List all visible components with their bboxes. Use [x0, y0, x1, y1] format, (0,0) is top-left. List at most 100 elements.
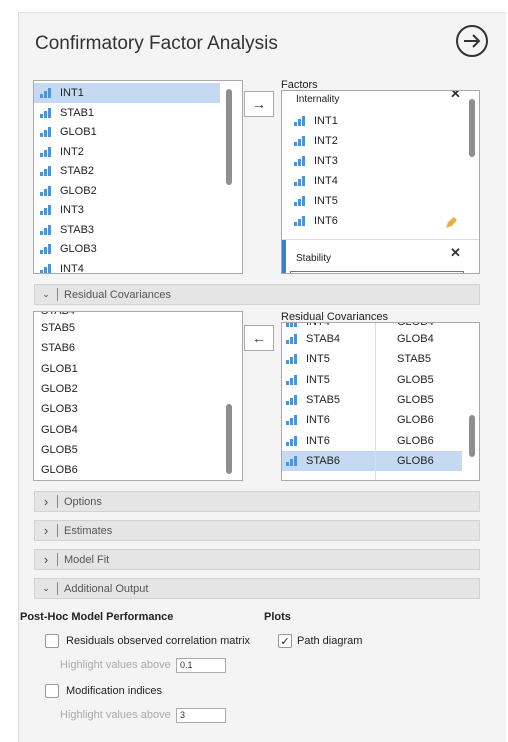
residuals-highlight-input[interactable]: 0.1 [176, 658, 226, 673]
chevron-right-icon: › [43, 494, 49, 509]
variable-name: STAB6 [41, 342, 76, 355]
remove-factor-stability-icon[interactable]: ✕ [450, 245, 461, 261]
variable-icon [286, 455, 300, 467]
residual-covariances-section[interactable]: ⌄ Residual Covariances [34, 284, 480, 305]
run-arrow-icon[interactable] [455, 24, 489, 58]
modification-highlight-input[interactable]: 3 [176, 708, 226, 723]
list-item[interactable]: INT4 [34, 259, 220, 274]
separator [57, 288, 58, 301]
pair-right: GLOB6 [397, 434, 434, 447]
remove-factor-icon[interactable]: ✕ [450, 91, 461, 102]
factor-item[interactable]: INT2 [294, 131, 338, 151]
factor-item[interactable]: INT4 [294, 171, 338, 191]
plots-heading: Plots [264, 611, 291, 623]
chevron-right-icon: › [43, 552, 49, 567]
options-section[interactable]: › Options [34, 491, 480, 512]
list-item[interactable]: GLOB3 [41, 399, 221, 419]
variable-name: GLOB4 [41, 423, 78, 436]
factor-item[interactable]: INT6 [294, 211, 338, 231]
table-row[interactable]: STAB4 GLOB4 [282, 329, 462, 349]
separator [57, 582, 58, 595]
variable-name: INT3 [314, 155, 338, 167]
residual-variables-list[interactable]: STAB4 STAB5 STAB6 GLOB1 GLOB2 GLOB3 GLOB4 GLOB… [33, 311, 243, 481]
variable-name: INT5 [314, 195, 338, 207]
factors-box[interactable]: Internality ✕ INT1 INT2 INT3 INT4 INT5 INT6 S… [281, 90, 480, 274]
variable-icon [286, 435, 300, 447]
list-item[interactable]: GLOB1 [34, 122, 220, 142]
table-row[interactable]: INT6 GLOB6 [282, 431, 462, 451]
additional-output-section[interactable]: ⌄ Additional Output [34, 578, 480, 599]
separator [57, 524, 58, 537]
list-item[interactable]: INT2 [34, 142, 220, 162]
list-item[interactable]: INT3 [34, 200, 220, 220]
page-title: Confirmatory Factor Analysis [35, 33, 278, 54]
table-row[interactable]: INT5 STAB5 [282, 349, 462, 369]
move-to-residuals-button[interactable]: ← [244, 325, 274, 351]
pair-right: STAB5 [397, 353, 432, 366]
residuals-checkbox[interactable] [45, 634, 59, 648]
variable-name: INT4 [60, 262, 84, 274]
factor-divider [282, 239, 479, 240]
list-item[interactable]: GLOB1 [41, 359, 221, 379]
variable-name: GLOB1 [60, 126, 97, 138]
variable-name: GLOB3 [60, 243, 97, 255]
modification-highlight-label: Highlight values above [60, 709, 171, 721]
available-scrollbar[interactable] [226, 89, 232, 185]
factor-item[interactable]: INT3 [294, 151, 338, 171]
move-to-factors-button[interactable]: → [244, 91, 274, 117]
list-item[interactable]: INT1 [34, 83, 220, 103]
list-item[interactable]: STAB1 [34, 103, 220, 123]
variable-icon [294, 115, 308, 127]
table-row[interactable]: INT6 GLOB6 [282, 410, 462, 430]
variable-name: GLOB6 [41, 464, 78, 477]
factor-item[interactable]: INT1 [294, 111, 338, 131]
chevron-down-icon: ⌄ [42, 289, 50, 299]
estimates-label: Estimates [64, 524, 113, 537]
table-row[interactable]: INT5 GLOB5 [282, 370, 462, 390]
estimates-section[interactable]: › Estimates [34, 520, 480, 541]
variable-icon [286, 374, 300, 386]
stability-drop-target[interactable] [290, 271, 464, 273]
list-item[interactable]: STAB5 [41, 318, 221, 338]
factor-name-internality[interactable]: Internality [296, 94, 339, 105]
available-variables-list[interactable]: INT1 STAB1 GLOB1 INT2 STAB2 GLOB2 INT3 STAB3 GLO… [33, 80, 243, 274]
variable-name: STAB5 [41, 322, 76, 334]
list-item[interactable]: GLOB5 [41, 440, 221, 460]
edit-pencil-icon[interactable] [444, 216, 458, 230]
list-item[interactable]: GLOB2 [41, 379, 221, 399]
list-item[interactable]: GLOB4 [41, 420, 221, 440]
list-item[interactable]: STAB6 [41, 338, 221, 358]
pair-right: GLOB4 [397, 333, 434, 345]
variable-icon [40, 107, 54, 119]
variable-name: GLOB3 [41, 403, 78, 416]
table-row[interactable]: STAB5 GLOB5 [282, 390, 462, 410]
variable-name: INT1 [60, 87, 84, 99]
list-item[interactable]: STAB2 [34, 161, 220, 181]
variable-icon [40, 204, 54, 216]
path-diagram-checkbox[interactable]: ✓ [278, 634, 292, 648]
table-row[interactable]: STAB6 GLOB6 [282, 450, 462, 471]
list-item[interactable]: GLOB6 [41, 460, 221, 480]
variable-name: GLOB2 [60, 184, 97, 197]
list-item[interactable]: GLOB3 [34, 239, 220, 259]
pair-left: INT4 [306, 322, 330, 328]
residual-covariances-box[interactable]: INT4 GLOB4 STAB4 GLOB4 INT5 STAB5 INT5 GLOB5 STA… [281, 322, 480, 481]
pair-left: STAB5 [306, 393, 341, 406]
pairs-scrollbar[interactable] [469, 415, 475, 457]
model-fit-section[interactable]: › Model Fit [34, 549, 480, 570]
factor-name-stability[interactable]: Stability [296, 253, 331, 264]
pair-left: INT6 [306, 434, 330, 447]
residual-section-label: Residual Covariances [64, 288, 171, 301]
modification-checkbox[interactable] [45, 684, 59, 698]
list-item[interactable]: STAB3 [34, 220, 220, 240]
variable-name: GLOB5 [41, 443, 78, 456]
list-item[interactable]: GLOB2 [34, 181, 220, 201]
factors-scrollbar[interactable] [469, 99, 475, 157]
residuals-label: Residuals observed correlation matrix [66, 635, 251, 647]
pair-left: INT6 [306, 414, 330, 427]
residual-scrollbar[interactable] [226, 404, 232, 474]
factor-item[interactable]: INT5 [294, 191, 338, 211]
variable-icon [294, 155, 308, 167]
variable-icon [286, 414, 300, 426]
variable-icon [286, 394, 300, 406]
